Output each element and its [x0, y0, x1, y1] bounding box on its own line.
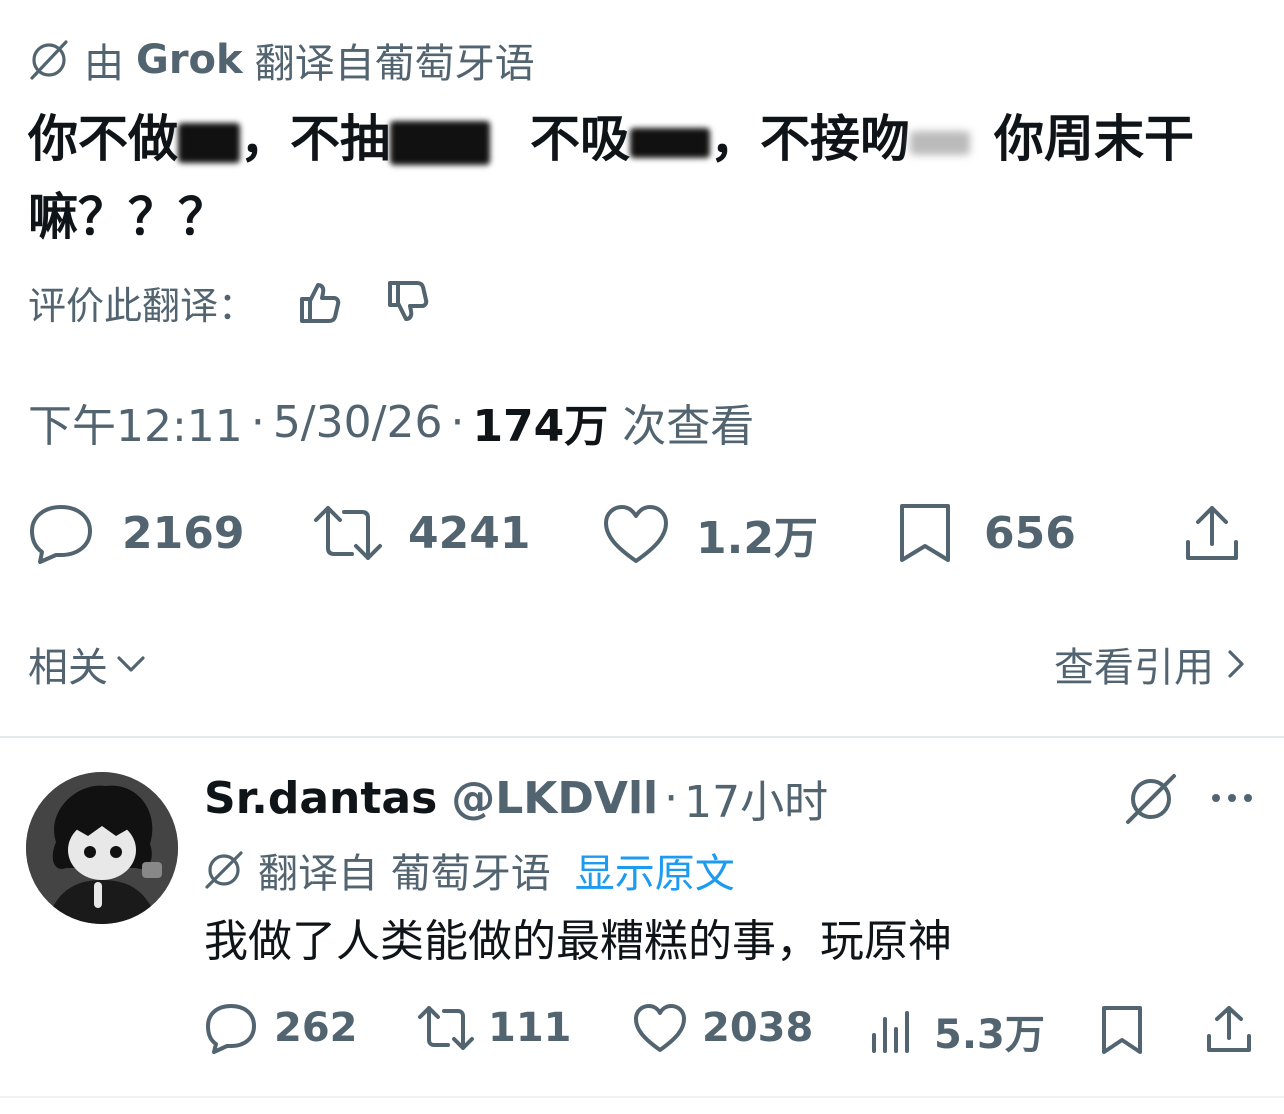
like-button[interactable]: 1.2万: [602, 502, 818, 566]
bookmark-button[interactable]: 656: [896, 502, 1076, 564]
post-time: 下午12:11: [28, 401, 243, 452]
reply-like-button[interactable]: 2038: [632, 1002, 813, 1054]
bookmark-icon: [896, 502, 954, 564]
repost-icon: [312, 502, 384, 564]
views-count: 174万: [472, 401, 609, 452]
translation-header: 由 Grok 翻译自葡萄牙语: [28, 34, 535, 87]
reply-translation-line: 翻译自 葡萄牙语 显示原文: [204, 842, 735, 898]
censor-mark: [910, 130, 970, 155]
reply-like-count: 2038: [702, 1005, 814, 1051]
repost-icon: [416, 1002, 476, 1054]
avatar[interactable]: [26, 772, 178, 924]
chevron-down-icon: [114, 647, 148, 681]
reply-button[interactable]: 2169: [28, 502, 244, 564]
divider: [0, 736, 1284, 738]
post-text-seg3: 不吸: [530, 110, 630, 168]
reply-icon: [28, 502, 94, 564]
reply-bookmark-button[interactable]: [1098, 1004, 1146, 1056]
share-icon: [1204, 1004, 1254, 1054]
post-text-line2: 嘛？？？: [28, 188, 228, 246]
post-text-seg4: ，不接吻: [710, 110, 910, 168]
translate-icon: [204, 850, 244, 890]
views-icon: [868, 1005, 914, 1057]
reply-repost-count: 111: [488, 1005, 572, 1051]
translate-icon: [28, 39, 70, 81]
view-quotes-label: 查看引用: [1054, 645, 1214, 691]
divider: [0, 1096, 1284, 1098]
rate-translation-label: 评价此翻译：: [28, 283, 257, 328]
reply-count: 2169: [122, 507, 245, 559]
reply-views-count: 5.3万: [934, 1012, 1045, 1058]
thumbs-down-icon[interactable]: [384, 279, 430, 325]
reply-action-bar: 262 111 2038 5.3万: [0, 1000, 1284, 1060]
share-icon: [1182, 504, 1242, 564]
reply-reply-count: 262: [274, 1005, 358, 1051]
rate-translation: 评价此翻译：: [28, 274, 430, 330]
bookmark-icon: [1098, 1004, 1146, 1056]
action-bar: 2169 4241 1.2万 656: [0, 498, 1284, 570]
post-text: 你不做 ，不抽 不吸 ，不接吻 你周末干 嘛？？？: [28, 100, 1268, 256]
reply-translated-from: 翻译自 葡萄牙语: [258, 851, 551, 897]
reply-header: Sr.dantas @LKDVll · 17小时: [204, 766, 828, 830]
reply-author-name[interactable]: Sr.dantas: [204, 773, 437, 824]
censor-mark: [390, 120, 490, 165]
censor-mark: [178, 122, 240, 163]
thumbs-up-icon[interactable]: [296, 279, 342, 325]
like-icon: [632, 1002, 688, 1054]
like-icon: [602, 503, 670, 565]
post-date: 5/30/26: [272, 396, 443, 448]
repost-count: 4241: [408, 507, 531, 559]
translate-icon: [1124, 772, 1178, 826]
share-button[interactable]: [1182, 504, 1242, 564]
bookmark-count: 656: [984, 507, 1076, 559]
post-text-seg5: 你周末干: [994, 110, 1194, 168]
reply-repost-button[interactable]: 111: [416, 1002, 572, 1054]
related-toggle[interactable]: 相关: [28, 636, 148, 692]
more-icon: [1210, 792, 1254, 804]
reply-views-button[interactable]: 5.3万: [868, 1002, 1045, 1060]
reply-author-handle[interactable]: @LKDVll: [451, 773, 658, 824]
post-text-seg2: ，不抽: [240, 110, 390, 168]
censor-mark: [630, 127, 710, 158]
grok-translate-button[interactable]: [1124, 772, 1178, 826]
post-text-seg1: 你不做: [28, 110, 178, 168]
views-label: 次查看: [622, 401, 755, 452]
reply-reply-button[interactable]: 262: [204, 1002, 358, 1054]
separator-dot: ·: [450, 396, 465, 448]
view-quotes-link[interactable]: 查看引用: [1054, 636, 1248, 692]
post-meta: 下午12:11 · 5/30/26 · 174万 次查看: [28, 392, 755, 453]
translated-by-label: 由: [84, 41, 124, 87]
separator-dot: ·: [664, 772, 679, 824]
reply-text: 我做了人类能做的最糟糕的事，玩原神: [204, 916, 952, 967]
like-count: 1.2万: [696, 513, 818, 564]
chevron-right-icon: [1224, 646, 1248, 682]
translated-from-label: 翻译自葡萄牙语: [254, 41, 535, 87]
show-original-link[interactable]: 显示原文: [575, 841, 735, 899]
repost-button[interactable]: 4241: [312, 502, 530, 564]
reply-icon: [204, 1002, 258, 1054]
reply-share-button[interactable]: [1204, 1004, 1254, 1054]
related-label: 相关: [28, 645, 108, 691]
reply-time[interactable]: 17小时: [684, 766, 828, 830]
more-button[interactable]: [1210, 792, 1254, 804]
separator-dot: ·: [250, 396, 265, 448]
grok-link[interactable]: Grok: [136, 37, 243, 83]
